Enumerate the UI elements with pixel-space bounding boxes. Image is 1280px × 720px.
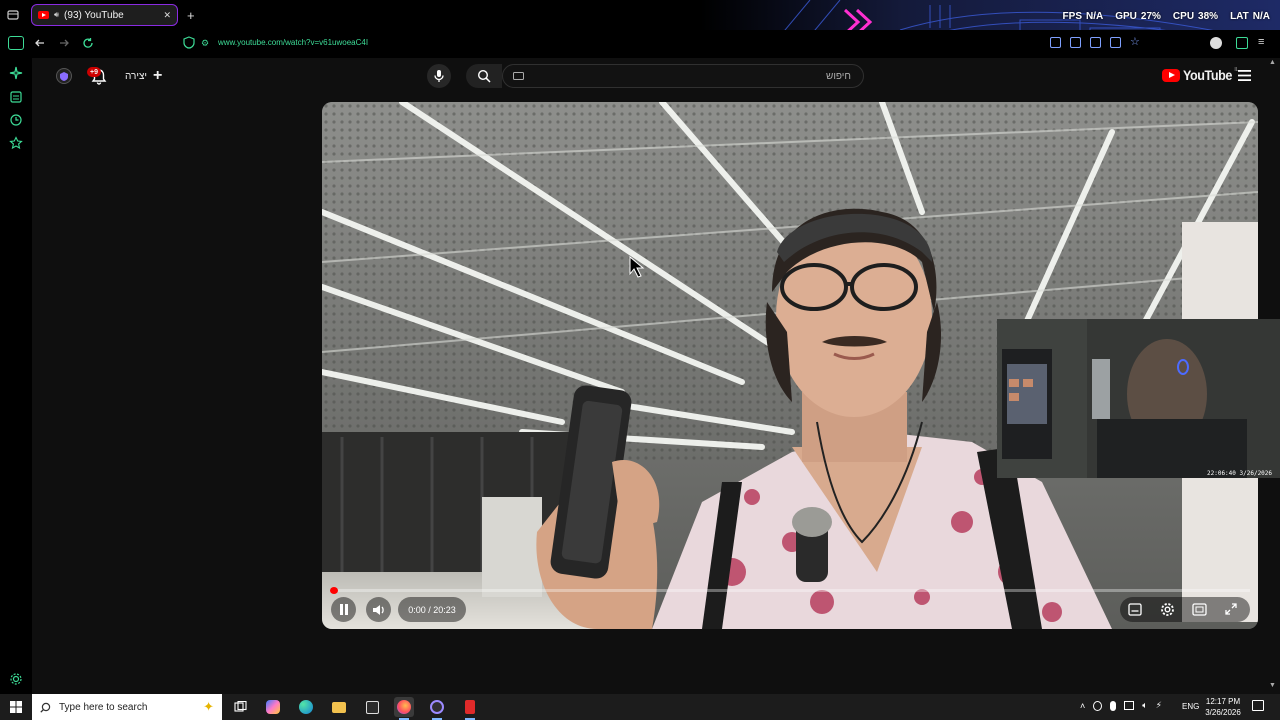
time-display: 0:00 / 20:23 bbox=[398, 597, 466, 622]
start-button[interactable] bbox=[0, 694, 32, 720]
downloads-icon[interactable] bbox=[1236, 37, 1248, 49]
hud-fps: FPS N/A bbox=[1062, 11, 1104, 22]
shield-icon[interactable] bbox=[183, 36, 195, 49]
progress-scrubber[interactable] bbox=[330, 587, 338, 594]
new-tab-button[interactable]: + bbox=[187, 8, 195, 23]
webcam-overlay: 22:06:40 3/26/2026 bbox=[997, 319, 1280, 478]
task-view-icon[interactable] bbox=[230, 697, 250, 717]
url-text[interactable]: www.youtube.com/watch?v=v61uwoeaC4I bbox=[218, 38, 368, 47]
taskbar-search-placeholder: Type here to search bbox=[59, 701, 148, 713]
scrollbar-down-arrow-icon[interactable]: ▼ bbox=[1269, 682, 1276, 689]
clock-date: 3/26/2026 bbox=[1205, 708, 1241, 717]
webcam-timestamp: 22:06:40 3/26/2026 bbox=[1207, 470, 1272, 477]
copilot-icon[interactable] bbox=[263, 697, 283, 717]
tray-volume-icon[interactable]: 🔈︎ bbox=[1142, 700, 1147, 711]
menu-icon[interactable] bbox=[1238, 70, 1251, 81]
hud-gpu: GPU 27% bbox=[1115, 11, 1161, 22]
search-input[interactable]: חיפוש bbox=[502, 64, 864, 88]
forward-icon[interactable] bbox=[58, 37, 70, 49]
youtube-play-logo-icon bbox=[1162, 68, 1180, 82]
tray-app-icon[interactable] bbox=[1093, 700, 1103, 711]
windows-icon bbox=[10, 701, 22, 713]
profile-icon[interactable] bbox=[1210, 37, 1222, 49]
notifications-center-icon[interactable] bbox=[1252, 700, 1264, 711]
browser-sidebar bbox=[0, 58, 32, 694]
tray-network-icon[interactable]: ⚡︎ bbox=[1156, 700, 1162, 711]
tray-expand-chevron-icon[interactable]: ˄ bbox=[1080, 701, 1085, 711]
bookmark-star-icon[interactable]: ☆ bbox=[1130, 37, 1141, 48]
firefox-icon[interactable] bbox=[394, 697, 414, 720]
pause-button[interactable] bbox=[331, 597, 356, 622]
audio-playing-icon[interactable]: 🔊︎ bbox=[54, 10, 59, 20]
close-tab-icon[interactable]: ✕ bbox=[163, 10, 171, 21]
search-icon bbox=[40, 702, 51, 713]
tab-title: (93) YouTube bbox=[64, 9, 124, 21]
extension-toolbar: ☆ bbox=[1050, 37, 1141, 48]
extension-icon[interactable] bbox=[1050, 37, 1061, 48]
edge-browser-icon[interactable] bbox=[296, 697, 316, 717]
notification-count-badge: +9 bbox=[87, 67, 101, 77]
search-placeholder: חיפוש bbox=[826, 70, 851, 82]
notes-icon[interactable] bbox=[9, 90, 23, 104]
youtube-logo[interactable]: YouTube IL bbox=[1162, 67, 1238, 83]
search-highlight-sparkle-icon: ✦ bbox=[203, 699, 214, 714]
hud-lat: LAT N/A bbox=[1230, 11, 1270, 22]
create-label: יצירה bbox=[125, 70, 148, 82]
theater-icon[interactable] bbox=[1192, 603, 1207, 616]
tray-mic-icon[interactable] bbox=[1110, 700, 1117, 711]
tab-youtube[interactable]: 🔊︎ (93) YouTube ✕ bbox=[31, 4, 178, 26]
gear-icon[interactable] bbox=[1160, 602, 1175, 617]
taskbar-search-input[interactable]: Type here to search ✦ bbox=[32, 694, 222, 720]
mic-icon bbox=[434, 70, 444, 82]
volume-icon bbox=[372, 604, 384, 615]
clock-time: 12:17 PM bbox=[1205, 697, 1241, 706]
volume-button[interactable] bbox=[366, 597, 391, 622]
avatar[interactable] bbox=[56, 68, 72, 84]
search-button[interactable] bbox=[466, 64, 502, 88]
browser-menu-icon[interactable]: ≡ bbox=[1258, 36, 1264, 48]
performance-overlay: FPS N/A GPU 27% CPU 38% LAT N/A bbox=[1063, 11, 1270, 22]
fullscreen-icon[interactable] bbox=[1224, 602, 1238, 616]
extension-icon[interactable] bbox=[1110, 37, 1121, 48]
sidebar-toggle-icon[interactable] bbox=[8, 36, 24, 50]
search-icon bbox=[477, 69, 491, 83]
scrollbar-up-arrow-icon[interactable]: ▲ bbox=[1269, 59, 1276, 66]
extension-icon[interactable] bbox=[1070, 37, 1081, 48]
youtube-logo-text: YouTube bbox=[1183, 67, 1232, 83]
player-right-controls bbox=[1120, 597, 1250, 622]
voice-search-button[interactable] bbox=[427, 64, 451, 88]
history-clock-icon[interactable] bbox=[9, 113, 23, 127]
bookmarks-star-icon[interactable] bbox=[9, 136, 23, 150]
plus-icon: + bbox=[153, 67, 163, 84]
keyboard-icon[interactable] bbox=[513, 72, 524, 80]
system-tray: ˄ 🔈︎ ⚡︎ bbox=[1080, 700, 1162, 711]
progress-bar[interactable] bbox=[330, 589, 1250, 592]
back-icon[interactable] bbox=[34, 37, 46, 49]
reload-icon[interactable] bbox=[82, 37, 94, 49]
tray-display-icon[interactable] bbox=[1124, 701, 1135, 710]
file-explorer-icon[interactable] bbox=[329, 697, 349, 717]
sidebar-settings-gear-icon[interactable] bbox=[9, 672, 23, 686]
workspace-icon[interactable] bbox=[7, 9, 19, 21]
pause-icon bbox=[339, 604, 348, 615]
microsoft-store-icon[interactable] bbox=[362, 697, 382, 717]
obs-studio-icon[interactable] bbox=[427, 697, 447, 720]
webcam-feed: 22:06:40 3/26/2026 bbox=[997, 319, 1280, 478]
site-settings-icon[interactable]: ⚙︎ bbox=[201, 38, 209, 49]
translate-icon[interactable] bbox=[1090, 37, 1101, 48]
subtitles-icon[interactable] bbox=[1128, 603, 1142, 616]
system-clock[interactable]: 12:17 PM 3/26/2026 bbox=[1200, 696, 1246, 718]
create-button[interactable]: יצירה + bbox=[125, 66, 162, 86]
youtube-favicon-icon bbox=[38, 11, 49, 19]
ai-sparkle-icon[interactable] bbox=[9, 66, 23, 80]
hud-cpu: CPU 38% bbox=[1172, 11, 1219, 22]
watch-page-below-player bbox=[32, 629, 1280, 694]
input-language[interactable]: ENG bbox=[1182, 702, 1199, 711]
opera-gx-icon[interactable] bbox=[460, 697, 480, 720]
